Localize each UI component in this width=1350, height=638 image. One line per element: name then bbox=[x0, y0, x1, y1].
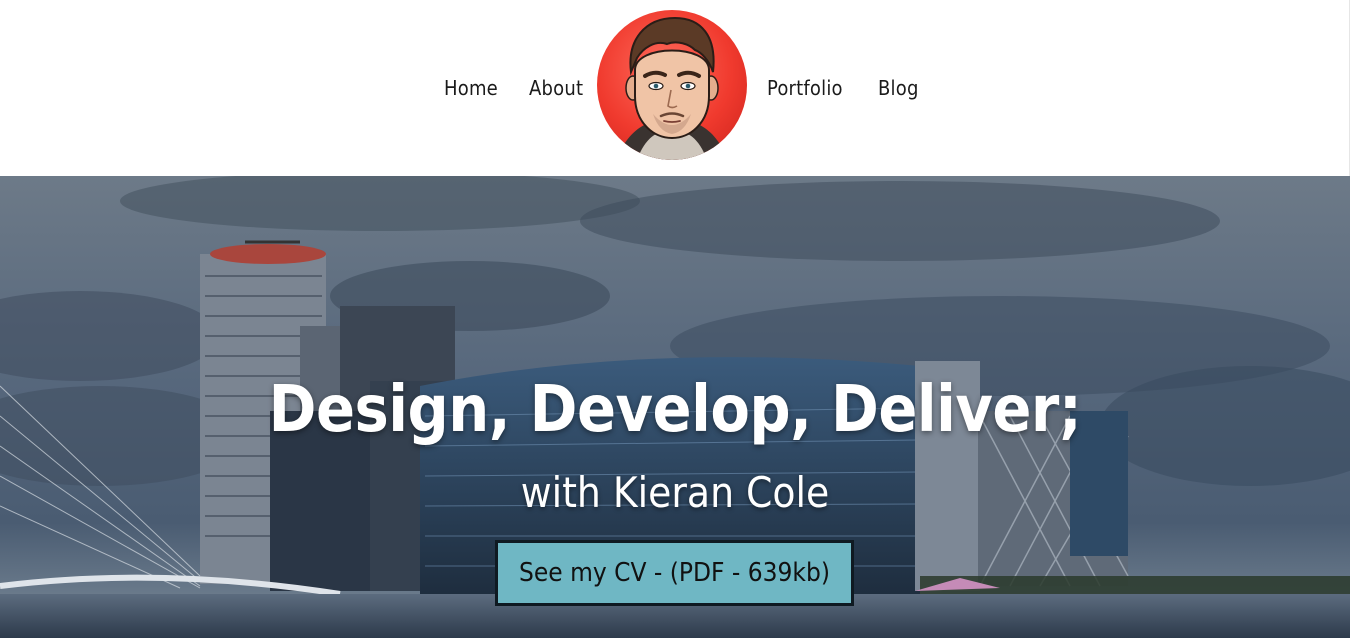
hero-title: Design, Develop, Deliver; bbox=[268, 373, 1082, 447]
site-header: Home About Portfolio Blog bbox=[0, 0, 1350, 176]
see-cv-button[interactable]: See my CV - (PDF - 639kb) bbox=[495, 540, 854, 606]
hero-subtitle: with Kieran Cole bbox=[520, 468, 830, 517]
nav-blog-link[interactable]: Blog bbox=[878, 76, 919, 100]
cartoon-portrait-icon bbox=[617, 16, 727, 160]
nav-portfolio-link[interactable]: Portfolio bbox=[767, 76, 843, 100]
hero-banner: Design, Develop, Deliver; with Kieran Co… bbox=[0, 176, 1350, 638]
nav-about-link[interactable]: About bbox=[529, 76, 583, 100]
avatar-logo[interactable] bbox=[597, 10, 747, 160]
nav-home-link[interactable]: Home bbox=[444, 76, 498, 100]
